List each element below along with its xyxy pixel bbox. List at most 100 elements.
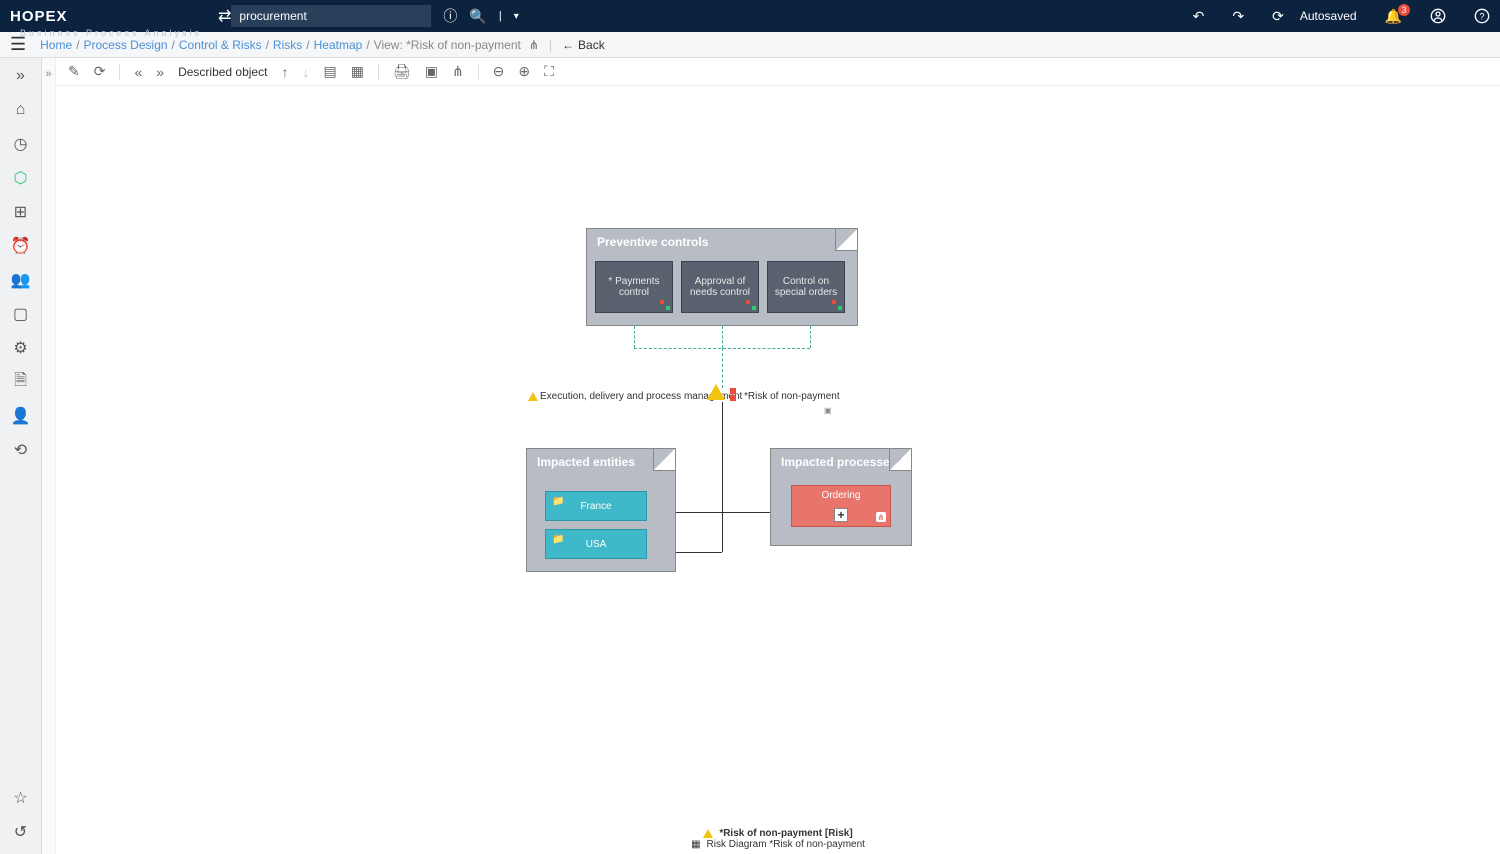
fold-corner [653,449,675,471]
impacted-entities-group[interactable]: Impacted entities 📁 France 📁 USA [526,448,676,572]
control-label: * Payments control [600,276,668,298]
history-icon[interactable]: ↺ [11,822,31,842]
risk-text: *Risk of non-payment [744,391,840,402]
process-ordering[interactable]: Ordering + ⋔ [791,485,891,527]
refresh-icon[interactable]: ⟳ [94,63,106,80]
chevron-down-icon[interactable]: ▾ [514,11,519,22]
folder-icon: 📁 [552,534,564,545]
print-icon[interactable]: 🖨 [393,63,411,80]
people-icon[interactable]: 👥 [11,270,31,290]
fullscreen-icon[interactable]: ⛶ [544,63,554,80]
fold-corner [835,229,857,251]
user-icon[interactable]: 👤 [11,406,31,426]
grid-icon[interactable]: ▦ [351,63,364,80]
arrow-up-icon[interactable]: ↑ [281,64,288,80]
search-input[interactable] [231,5,431,27]
diagram-canvas[interactable]: Preventive controls * Payments control A… [56,86,1500,824]
panel-collapse[interactable]: » [42,58,56,854]
risk-label-right[interactable]: *Risk of non-payment [744,391,840,402]
org-icon[interactable]: ⊞ [11,202,31,222]
back-button[interactable]: ← Back [562,38,605,52]
sidebar: » ⌂ ◷ ⬡ ⊞ ⏰ 👥 ▢ ⚙ 🗎 👤 ⟲ ☆ ↺ [0,58,42,854]
home-icon[interactable]: ⌂ [11,100,31,120]
process-label: Ordering [822,490,861,501]
crumb-sep: / [306,38,309,52]
small-marker: ▣ [824,406,832,415]
described-object-label[interactable]: Described object [178,65,267,79]
entity-label: USA [586,539,607,550]
document-icon[interactable]: 🗎 [11,372,31,392]
star-icon[interactable]: ☆ [11,788,31,808]
nav-first-icon[interactable]: « [134,64,142,80]
nav-last-icon[interactable]: » [156,64,164,80]
list-icon[interactable]: ▤ [323,63,336,80]
separator [378,64,379,80]
control-payments[interactable]: * Payments control [595,261,673,313]
separator [478,64,479,80]
window-icon[interactable]: ▣ [425,63,438,80]
expand-icon[interactable]: » [11,66,31,86]
info-icon[interactable]: ⓘ [443,6,457,26]
expand-icon[interactable]: + [834,508,848,522]
warning-icon [528,392,538,401]
zoom-out-icon[interactable]: ⊖ [493,63,505,80]
connector [722,348,723,388]
entity-france[interactable]: 📁 France [545,491,647,521]
redo-icon[interactable]: ↷ [1232,8,1244,25]
frame-icon[interactable]: ▢ [11,304,31,324]
entity-usa[interactable]: 📁 USA [545,529,647,559]
preventive-title: Preventive controls [587,229,857,255]
swap-icon[interactable]: ⇄ [218,6,231,26]
help-icon[interactable]: ? [1474,8,1490,24]
notification-icon[interactable]: 🔔3 [1385,8,1402,25]
share-icon[interactable]: ⋔ [452,63,464,80]
refresh-icon[interactable]: ⟳ [1272,8,1284,25]
warning-icon [703,829,713,838]
separator [119,64,120,80]
header-right: ↶ ↷ ⟳ Autosaved 🔔3 ? [1181,8,1490,25]
diagram-toolbar: ✎ ⟳ « » Described object ↑ ↓ ▤ ▦ 🖨 ▣ ⋔ ⊖… [56,58,1500,86]
control-special-orders[interactable]: Control on special orders [767,261,845,313]
dashboard-icon[interactable]: ◷ [11,134,31,154]
crumb-heatmap[interactable]: Heatmap [314,38,363,52]
gear-icon[interactable]: ⚙ [11,338,31,358]
status-indicator [660,300,670,310]
crumb-home[interactable]: Home [40,38,72,52]
crumb-sep: / [76,38,79,52]
footer-row2: ▦ Risk Diagram *Risk of non-payment [691,839,865,850]
clock-icon[interactable]: ⏰ [11,236,31,256]
crumb-sep: / [266,38,269,52]
control-label: Approval of needs control [686,276,754,298]
impacted-processes-group[interactable]: Impacted processes Ordering + ⋔ [770,448,912,546]
folder-icon: 📁 [552,496,564,507]
footer: *Risk of non-payment [Risk] ▦ Risk Diagr… [56,824,1500,854]
footer-subtitle: Risk Diagram *Risk of non-payment [707,839,865,850]
process-icon[interactable]: ⬡ [11,168,31,188]
autosaved-label: Autosaved [1300,9,1357,23]
crumb-control-risks[interactable]: Control & Risks [179,38,262,52]
fold-corner [889,449,911,471]
breadcrumb-bar: ☰ Home / Process Design / Control & Risk… [0,32,1500,58]
crumb-risks[interactable]: Risks [273,38,302,52]
connector [722,512,723,552]
search-icon[interactable]: 🔍 [469,8,486,25]
warning-big-icon [707,384,725,400]
diagram-icon: ▦ [691,839,700,850]
zoom-in-icon[interactable]: ⊕ [518,63,530,80]
crumb-process-design[interactable]: Process Design [84,38,168,52]
share-icon[interactable]: ⋔ [529,38,539,52]
back-label: Back [578,38,605,52]
control-approval[interactable]: Approval of needs control [681,261,759,313]
preventive-controls-group[interactable]: Preventive controls * Payments control A… [586,228,858,326]
edit-icon[interactable]: ✎ [68,63,80,80]
cycle-icon[interactable]: ⟲ [11,440,31,460]
arrow-down-icon[interactable]: ↓ [302,64,309,80]
status-indicator [746,300,756,310]
crumb-sep: / [366,38,369,52]
user-icon[interactable] [1430,8,1446,24]
connector [722,326,723,348]
control-label: Control on special orders [772,276,840,298]
svg-text:?: ? [1479,11,1484,21]
connector [810,326,811,348]
undo-icon[interactable]: ↶ [1193,8,1205,25]
